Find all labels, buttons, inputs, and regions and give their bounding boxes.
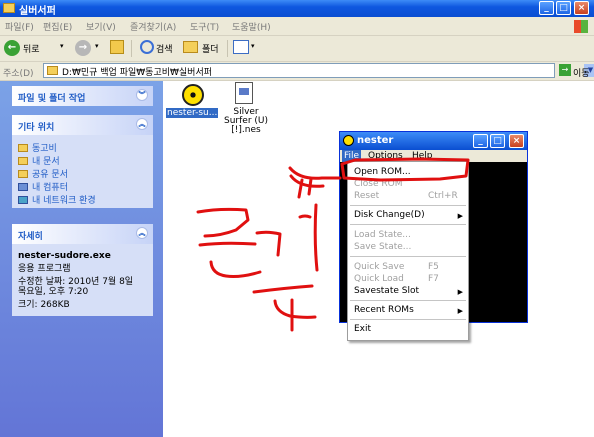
- forward-dropdown-icon[interactable]: ▾: [95, 42, 99, 50]
- task-pane: 파일 및 폴더 작업 ︾ 기타 위치 ︽ 동고비 내 문서 공유 문서 내 컴퓨…: [0, 81, 163, 437]
- forward-arrow-icon[interactable]: →: [75, 40, 91, 56]
- nes-rom-icon[interactable]: [235, 82, 253, 104]
- folder-icon: [47, 66, 58, 75]
- other-places-header[interactable]: 기타 위치 ︽: [12, 115, 153, 135]
- details-panel: 자세히 ︽ nester-sudore.exe 응용 프로그램 수정한 날짜: …: [12, 224, 153, 316]
- menu-item-save-state[interactable]: Save State...: [354, 242, 411, 252]
- quick-load-key: F7: [428, 274, 439, 284]
- explorer-title-bar[interactable]: 실버서퍼 _ □ ×: [0, 0, 594, 17]
- back-dropdown-icon[interactable]: ▾: [60, 42, 64, 50]
- menu-item-recent-roms[interactable]: Recent ROMs: [354, 305, 414, 315]
- file-tasks-panel: 파일 및 폴더 작업 ︾: [12, 86, 153, 106]
- file-tasks-header[interactable]: 파일 및 폴더 작업 ︾: [12, 86, 153, 106]
- menu-item-open-rom[interactable]: Open ROM...: [354, 167, 411, 177]
- file-label-silver-surfer[interactable]: Silver Surfer (U) [!].nes: [222, 108, 270, 135]
- search-button[interactable]: 검색: [156, 42, 173, 55]
- place-link-my-computer[interactable]: 내 컴퓨터: [18, 180, 68, 193]
- menu-bar: 파일(F) 편집(E) 보기(V) 즐겨찾기(A) 도구(T) 도움말(H): [0, 17, 594, 36]
- window-title: 실버서퍼: [19, 6, 56, 17]
- place-link-my-documents[interactable]: 내 문서: [18, 154, 60, 167]
- up-folder-icon[interactable]: [110, 40, 124, 54]
- menu-file[interactable]: 파일(F): [5, 20, 34, 33]
- collapse-chevron-icon[interactable]: ︽: [136, 227, 148, 239]
- menu-item-disk-change[interactable]: Disk Change(D): [354, 210, 425, 220]
- details-title: 자세히: [18, 232, 43, 242]
- details-header[interactable]: 자세히 ︽: [12, 224, 153, 244]
- go-button[interactable]: 이동: [573, 66, 590, 79]
- address-path: D:₩민규 백업 파일₩동고비₩실버서퍼: [62, 68, 213, 78]
- toolbar-divider: [227, 40, 228, 57]
- menu-item-reset[interactable]: Reset Ctrl+R: [354, 191, 458, 201]
- menu-tools[interactable]: 도구(T): [190, 20, 219, 33]
- expand-chevron-icon[interactable]: ︾: [136, 89, 148, 101]
- menu-favorites[interactable]: 즐겨찾기(A): [130, 20, 176, 33]
- views-dropdown-icon[interactable]: ▾: [251, 42, 255, 50]
- minimize-button[interactable]: _: [539, 1, 554, 15]
- menu-separator: [350, 319, 466, 320]
- views-icon[interactable]: [233, 40, 249, 54]
- network-icon: [18, 196, 28, 204]
- windows-logo-icon: [574, 20, 588, 33]
- menu-separator: [350, 205, 466, 206]
- toolbar: ← 뒤로 ▾ → ▾ 검색 폴더 ▾: [0, 36, 594, 62]
- detail-size: 크기: 268KB: [18, 300, 70, 310]
- menu-separator: [350, 300, 466, 301]
- folder-icon: [18, 170, 28, 178]
- nester-title-bar[interactable]: nester _ □ ×: [340, 132, 527, 150]
- maximize-button[interactable]: □: [490, 134, 505, 148]
- menu-item-quick-save[interactable]: Quick Save F5: [354, 262, 439, 272]
- menu-view[interactable]: 보기(V): [86, 20, 116, 33]
- menu-item-load-state[interactable]: Load State...: [354, 230, 411, 240]
- reset-shortcut: Ctrl+R: [428, 191, 458, 201]
- toolbar-divider: [131, 40, 132, 57]
- nester-app-icon: [343, 135, 354, 146]
- quick-save-key: F5: [428, 262, 439, 272]
- nester-title: nester: [357, 135, 394, 146]
- menu-item-exit[interactable]: Exit: [354, 324, 371, 334]
- menu-help[interactable]: 도움말(H): [232, 20, 271, 33]
- search-icon[interactable]: [140, 40, 154, 54]
- address-input[interactable]: D:₩민규 백업 파일₩동고비₩실버서퍼 ▼: [43, 63, 594, 78]
- menu-item-quick-load[interactable]: Quick Load F7: [354, 274, 439, 284]
- folder-icon: [18, 144, 28, 152]
- go-arrow-icon[interactable]: →: [559, 64, 571, 76]
- detail-filetype: 응용 프로그램: [18, 264, 71, 274]
- collapse-chevron-icon[interactable]: ︽: [136, 118, 148, 130]
- file-tasks-title: 파일 및 폴더 작업: [18, 94, 86, 104]
- maximize-button[interactable]: □: [556, 1, 571, 15]
- close-button[interactable]: ×: [574, 1, 589, 15]
- place-link-donggobi[interactable]: 동고비: [18, 141, 57, 154]
- submenu-arrow-icon: ▶: [457, 307, 463, 315]
- menu-item-close-rom[interactable]: Close ROM: [354, 179, 402, 189]
- folders-icon[interactable]: [183, 41, 198, 53]
- back-button[interactable]: 뒤로: [23, 42, 40, 55]
- detail-filename: nester-sudore.exe: [18, 251, 111, 261]
- nester-menu-options[interactable]: Options: [368, 151, 403, 161]
- file-label-nester[interactable]: nester-su...: [166, 108, 219, 118]
- folder-icon: [3, 3, 15, 13]
- other-places-panel: 기타 위치 ︽ 동고비 내 문서 공유 문서 내 컴퓨터 내 네트워크 환경: [12, 115, 153, 208]
- submenu-arrow-icon: ▶: [457, 212, 463, 220]
- back-arrow-icon[interactable]: ←: [4, 40, 20, 56]
- folders-button[interactable]: 폴더: [202, 42, 219, 55]
- nester-menu-help[interactable]: Help: [412, 151, 433, 161]
- menu-item-savestate-slot[interactable]: Savestate Slot: [354, 286, 419, 296]
- computer-icon: [18, 183, 28, 191]
- file-dropdown-menu: Open ROM... Close ROM Reset Ctrl+R Disk C…: [347, 161, 469, 341]
- other-places-title: 기타 위치: [18, 123, 55, 133]
- menu-separator: [350, 224, 466, 225]
- minimize-button[interactable]: _: [473, 134, 488, 148]
- address-bar: 주소(D) D:₩민규 백업 파일₩동고비₩실버서퍼 ▼ → 이동: [0, 62, 594, 81]
- address-label: 주소(D): [3, 69, 34, 79]
- submenu-arrow-icon: ▶: [457, 288, 463, 296]
- menu-edit[interactable]: 편집(E): [43, 20, 72, 33]
- detail-modified-time: 목요일, 오후 7:20: [18, 287, 89, 297]
- close-button[interactable]: ×: [509, 134, 524, 148]
- place-link-shared-documents[interactable]: 공유 문서: [18, 167, 68, 180]
- folder-icon: [18, 157, 28, 165]
- menu-separator: [350, 256, 466, 257]
- place-link-network[interactable]: 내 네트워크 환경: [18, 193, 96, 206]
- nester-app-icon[interactable]: [182, 84, 204, 106]
